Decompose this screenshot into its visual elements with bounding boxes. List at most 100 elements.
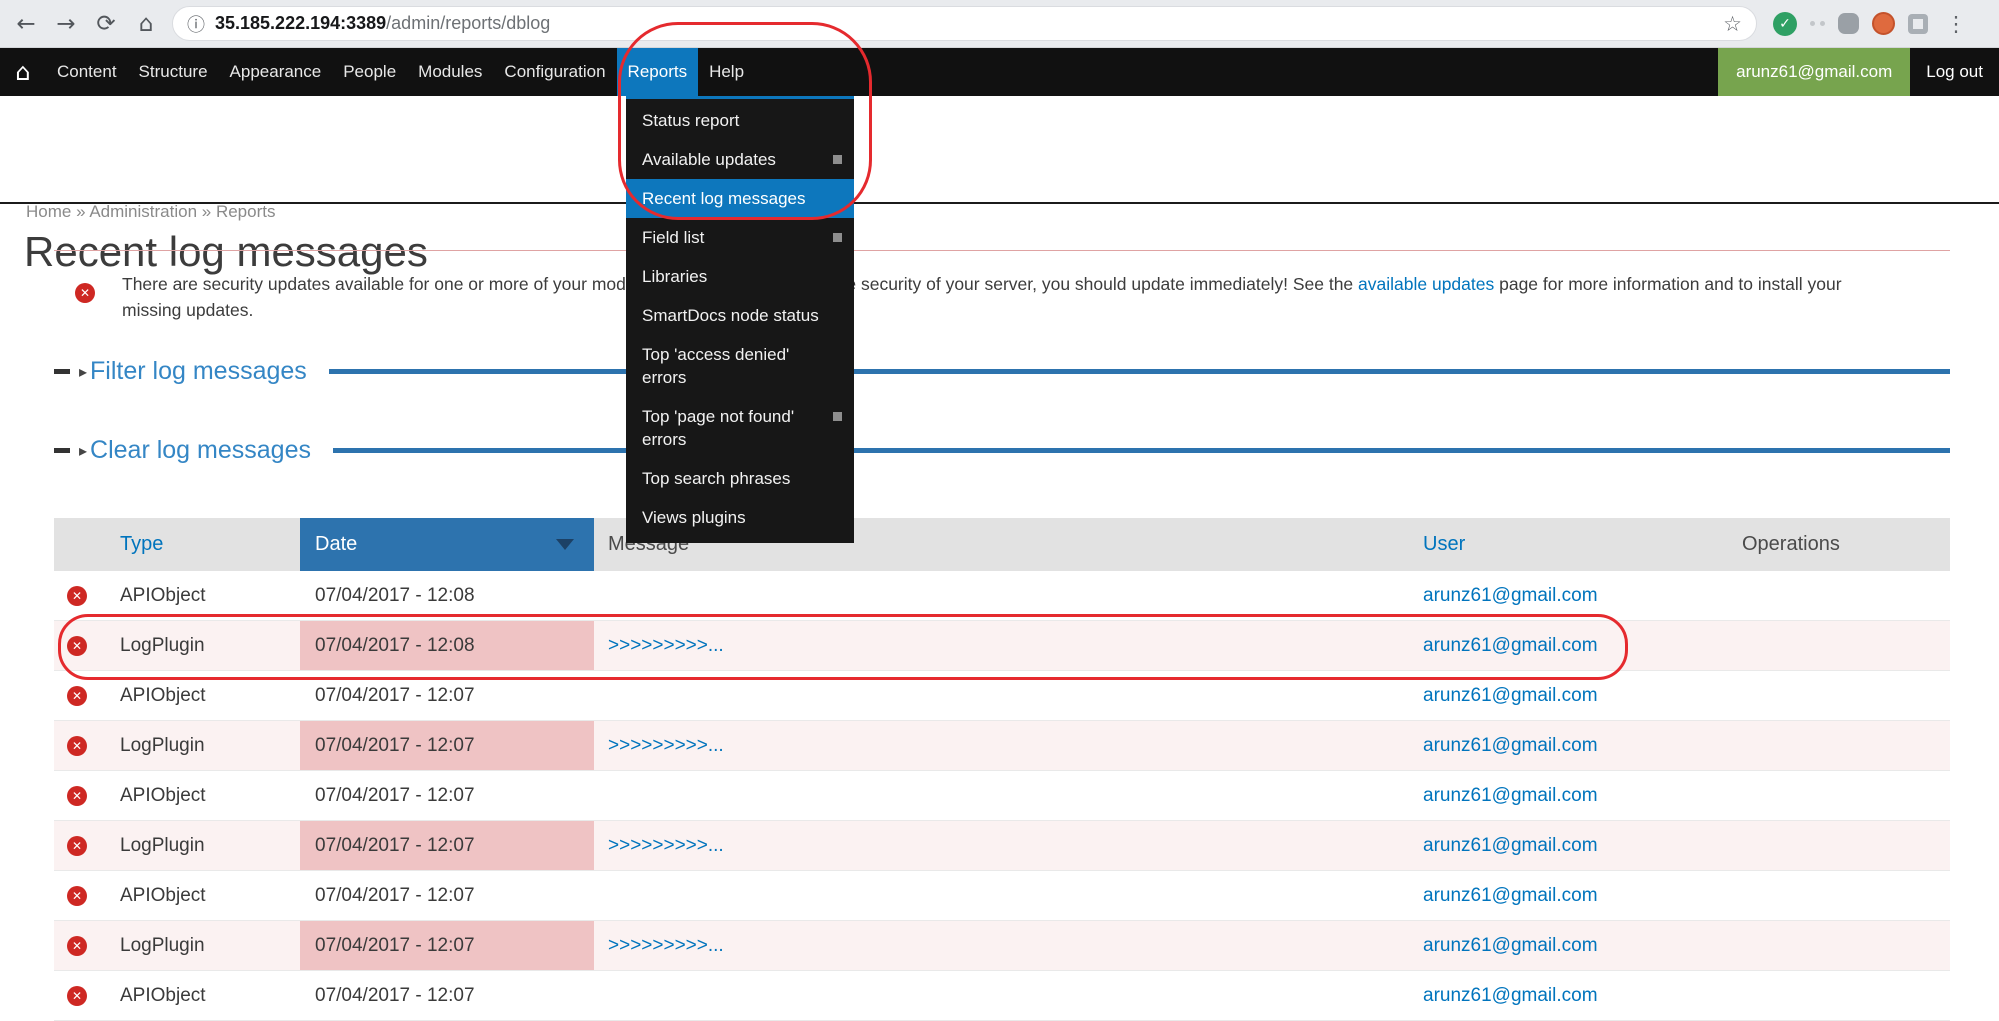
url-host: 35.185.222.194:3389 — [215, 13, 386, 34]
operations-header-label: Operations — [1742, 533, 1840, 556]
filter-fieldset: ▸ Filter log messages — [54, 352, 1950, 390]
dropdown-item[interactable]: Top search phrases — [626, 459, 854, 498]
back-icon[interactable]: ← — [6, 4, 46, 44]
toolbar-item[interactable]: People — [332, 48, 407, 96]
user-link[interactable]: arunz61@gmail.com — [1423, 835, 1598, 857]
message-link[interactable]: >>>>>>>>>... — [608, 735, 724, 757]
browser-home-icon[interactable]: ⌂ — [126, 4, 166, 44]
info-icon[interactable]: ⓘ — [187, 11, 205, 37]
extension-gray-icon[interactable] — [1838, 13, 1859, 34]
table-row: ✕ APIObject 07/04/2017 - 12:07 arunz61@g… — [54, 871, 1950, 921]
error-icon: ✕ — [67, 786, 87, 806]
table-row: ✕ LogPlugin 07/04/2017 - 12:07 >>>>>>>>>… — [54, 921, 1950, 971]
message-link[interactable]: >>>>>>>>>... — [608, 935, 724, 957]
toolbar-right: arunz61@gmail.com Log out — [1718, 48, 1999, 96]
breadcrumb-item[interactable]: Home — [26, 202, 71, 221]
table-row: ✕ APIObject 07/04/2017 - 12:08 arunz61@g… — [54, 571, 1950, 621]
toolbar-item[interactable]: Configuration — [493, 48, 616, 96]
admin-home-icon[interactable]: ⌂ — [0, 48, 46, 96]
user-link[interactable]: arunz61@gmail.com — [1423, 885, 1598, 907]
error-icon: ✕ — [67, 586, 87, 606]
user-link[interactable]: arunz61@gmail.com — [1423, 585, 1598, 607]
error-icon: ✕ — [67, 686, 87, 706]
url-path: /admin/reports/dblog — [386, 13, 550, 34]
collapsed-arrow-icon: ▸ — [79, 441, 87, 460]
forward-icon[interactable]: → — [46, 4, 86, 44]
breadcrumb-item[interactable]: Administration — [89, 202, 197, 221]
alert-text: There are security updates available for… — [122, 271, 1880, 323]
extension-orange-icon[interactable] — [1872, 12, 1895, 35]
update-badge-icon — [833, 233, 842, 242]
toolbar-item[interactable]: Reports — [617, 48, 699, 96]
dropdown-item[interactable]: Views plugins — [626, 498, 854, 537]
type-cell: LogPlugin — [120, 735, 205, 757]
dropdown-item-label: Top 'access denied' errors — [642, 345, 789, 387]
extension-check-icon[interactable]: ✓ — [1773, 12, 1797, 36]
user-link[interactable]: arunz61@gmail.com — [1423, 785, 1598, 807]
user-link[interactable]: arunz61@gmail.com — [1423, 985, 1598, 1007]
user-link[interactable]: arunz61@gmail.com — [1423, 685, 1598, 707]
fieldset-dash — [54, 369, 70, 374]
operations-cell — [1730, 921, 1950, 970]
toolbar-item[interactable]: Appearance — [219, 48, 333, 96]
dropdown-item[interactable]: Libraries — [626, 257, 854, 296]
dropdown-item[interactable]: Status report — [626, 101, 854, 140]
dropdown-item[interactable]: Field list — [626, 218, 854, 257]
date-cell: 07/04/2017 - 12:07 — [315, 935, 475, 957]
browser-chrome: ← → ⟳ ⌂ ⓘ 35.185.222.194:3389/admin/repo… — [0, 0, 1999, 48]
sort-date-header[interactable]: Date — [300, 518, 594, 571]
table-header-row: Type Date Message User Operations — [54, 518, 1950, 571]
message-link[interactable]: >>>>>>>>>... — [608, 635, 724, 657]
user-link[interactable]: arunz61@gmail.com — [1423, 735, 1598, 757]
date-cell: 07/04/2017 - 12:07 — [315, 785, 475, 807]
date-cell: 07/04/2017 - 12:07 — [315, 835, 475, 857]
browser-menu-icon[interactable]: ⋮ — [1941, 12, 1971, 36]
dropdown-item[interactable]: SmartDocs node status — [626, 296, 854, 335]
toolbar-item[interactable]: Structure — [128, 48, 219, 96]
available-updates-link[interactable]: available updates — [1358, 274, 1494, 294]
sort-type-link[interactable]: Type — [120, 533, 163, 556]
log-table: Type Date Message User Operations ✕ APIO… — [54, 518, 1950, 1021]
operations-cell — [1730, 871, 1950, 920]
date-cell: 07/04/2017 - 12:07 — [315, 985, 475, 1007]
dropdown-item[interactable]: Top 'page not found' errors — [626, 397, 854, 459]
message-link[interactable]: >>>>>>>>>... — [608, 835, 724, 857]
extension-tray: ✓ ⋮ — [1773, 12, 1971, 36]
reload-icon[interactable]: ⟳ — [86, 4, 126, 44]
extension-capture-icon[interactable] — [1908, 14, 1928, 34]
clear-fieldset-toggle[interactable]: Clear log messages — [90, 436, 311, 465]
dropdown-item[interactable]: Recent log messages — [626, 179, 854, 218]
url-bar[interactable]: ⓘ 35.185.222.194:3389/admin/reports/dblo… — [172, 6, 1757, 41]
bookmark-star-icon[interactable]: ☆ — [1723, 12, 1742, 36]
extension-dots-icon[interactable] — [1810, 21, 1825, 26]
breadcrumb-separator: » — [197, 202, 216, 221]
operations-cell — [1730, 721, 1950, 770]
dropdown-item-label: Top search phrases — [642, 469, 790, 488]
toolbar-item[interactable]: Content — [46, 48, 128, 96]
account-button[interactable]: arunz61@gmail.com — [1718, 48, 1910, 96]
operations-cell — [1730, 771, 1950, 820]
toolbar-item[interactable]: Help — [698, 48, 755, 96]
update-badge-icon — [833, 155, 842, 164]
error-icon: ✕ — [67, 936, 87, 956]
toolbar-item-label: People — [343, 62, 396, 82]
table-row: ✕ LogPlugin 07/04/2017 - 12:07 >>>>>>>>>… — [54, 821, 1950, 871]
logout-button[interactable]: Log out — [1910, 48, 1999, 96]
type-cell: APIObject — [120, 685, 206, 707]
table-row: ✕ APIObject 07/04/2017 - 12:07 arunz61@g… — [54, 771, 1950, 821]
date-header-label: Date — [315, 533, 357, 556]
breadcrumb-item[interactable]: Reports — [216, 202, 276, 221]
security-alert: ✕ There are security updates available f… — [54, 250, 1950, 323]
toolbar-item[interactable]: Modules — [407, 48, 493, 96]
dropdown-item[interactable]: Available updates — [626, 140, 854, 179]
dropdown-item-label: Views plugins — [642, 508, 746, 527]
filter-fieldset-toggle[interactable]: Filter log messages — [90, 357, 307, 386]
user-link[interactable]: arunz61@gmail.com — [1423, 635, 1598, 657]
toolbar-item-label: Configuration — [504, 62, 605, 82]
toolbar-item-label: Help — [709, 62, 744, 82]
sort-user-link[interactable]: User — [1423, 533, 1465, 556]
dropdown-item[interactable]: Top 'access denied' errors — [626, 335, 854, 397]
type-cell: APIObject — [120, 885, 206, 907]
dropdown-item-label: Libraries — [642, 267, 707, 286]
user-link[interactable]: arunz61@gmail.com — [1423, 935, 1598, 957]
